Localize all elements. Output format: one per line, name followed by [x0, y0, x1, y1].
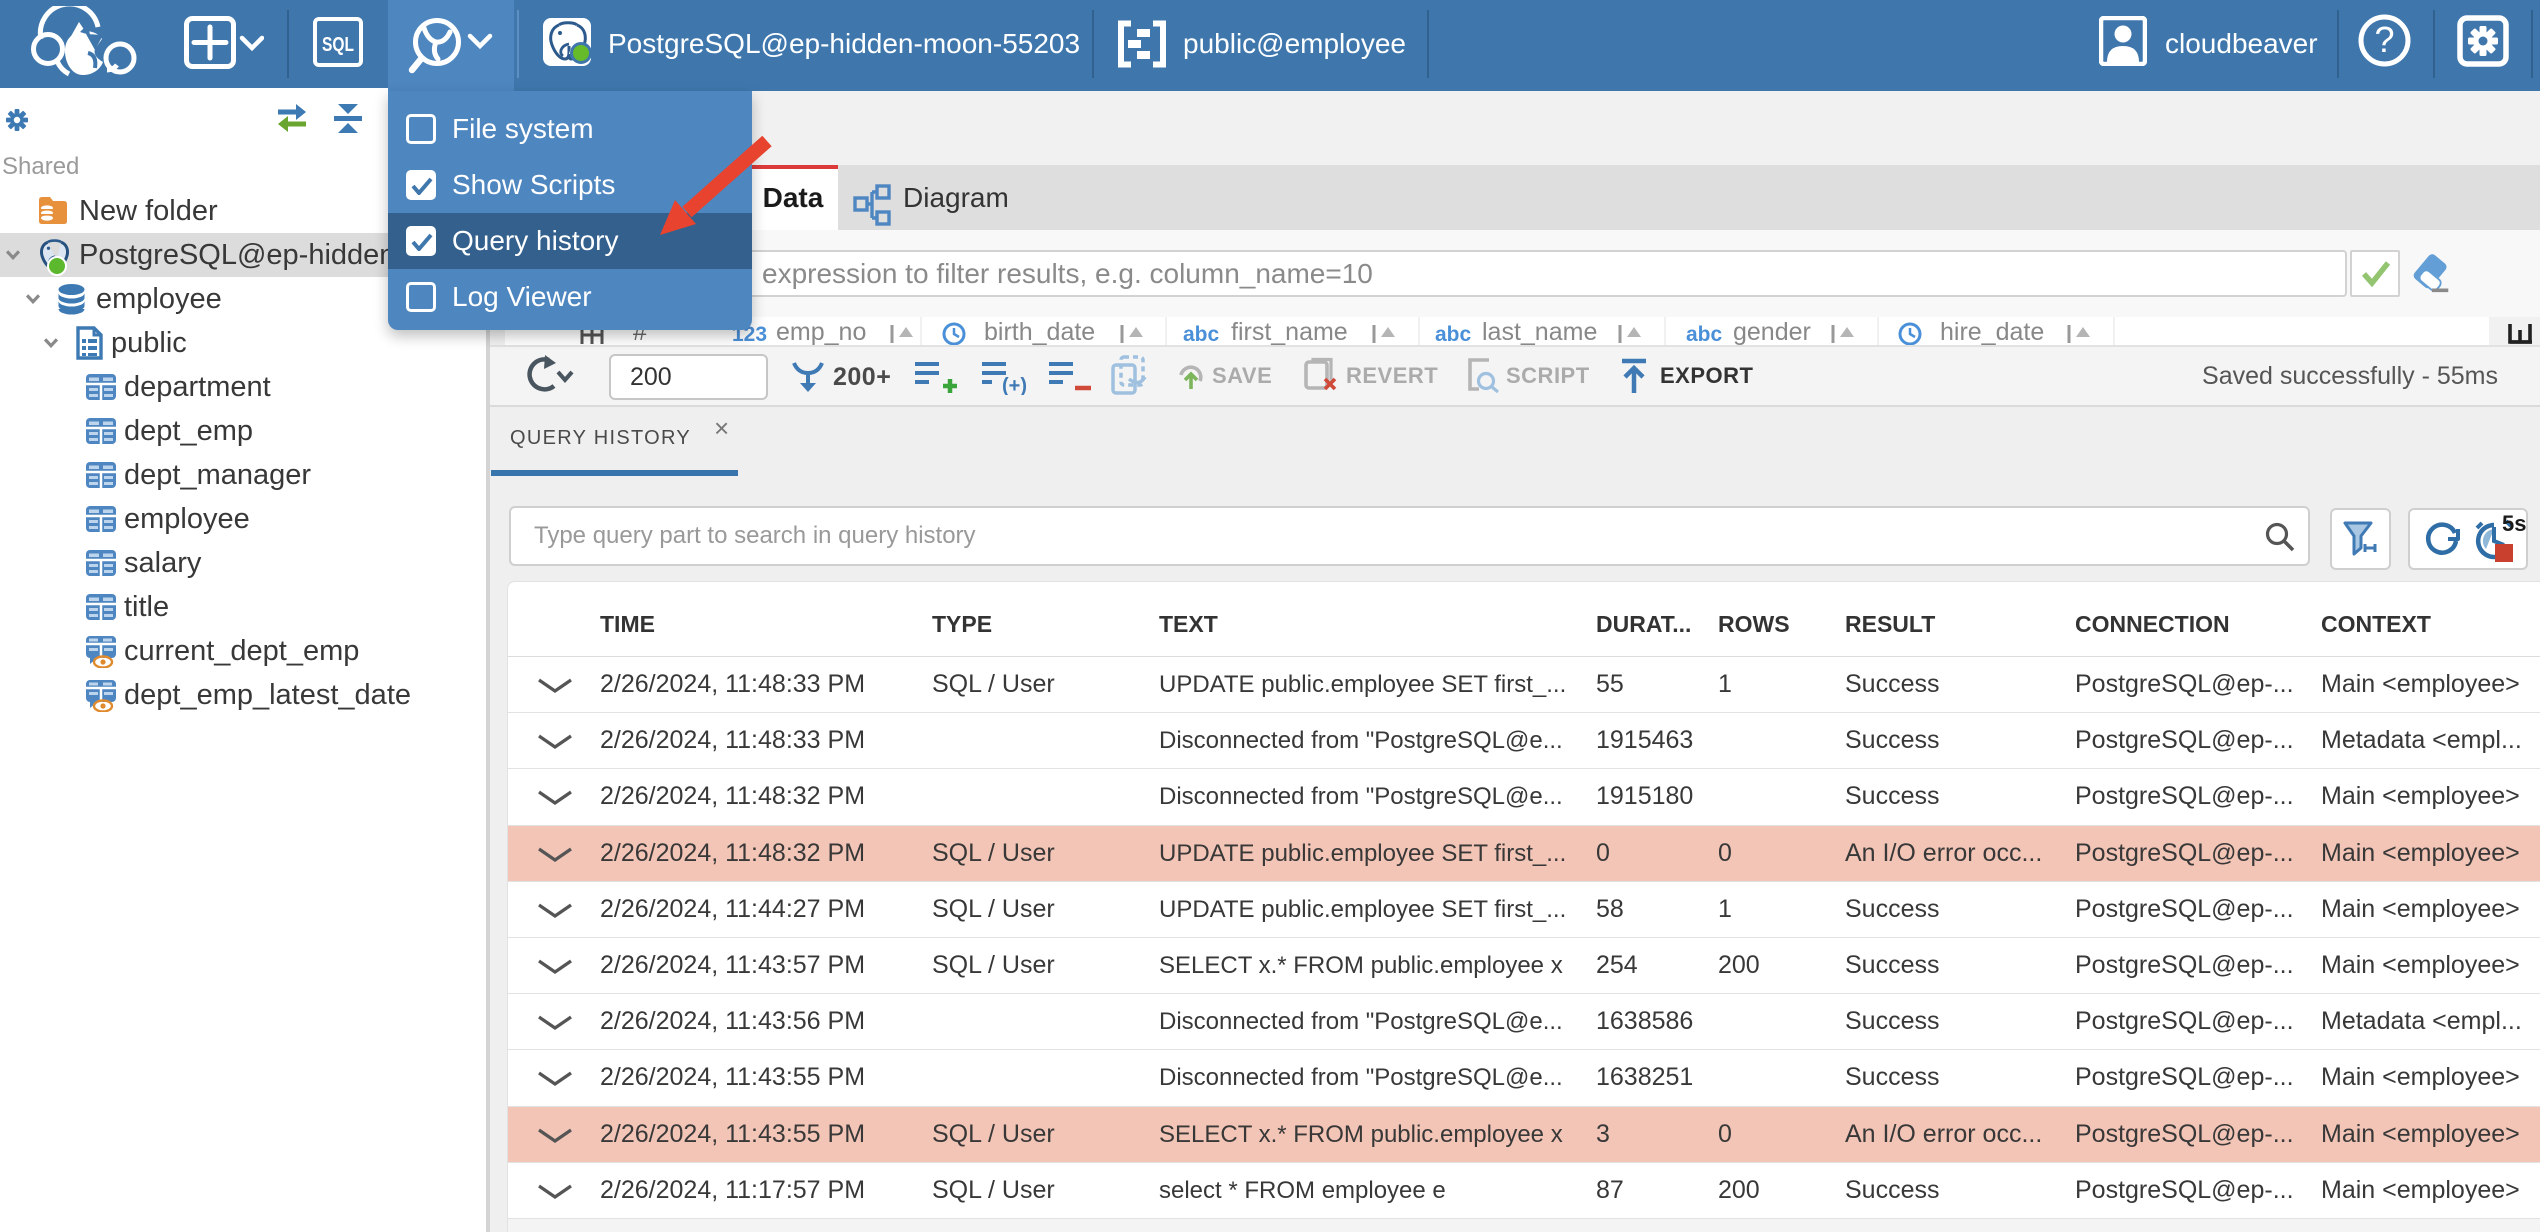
svg-text:?: ? — [2374, 19, 2394, 60]
svg-text:SQL: SQL — [322, 34, 354, 56]
svg-text:(+): (+) — [1002, 375, 1027, 395]
